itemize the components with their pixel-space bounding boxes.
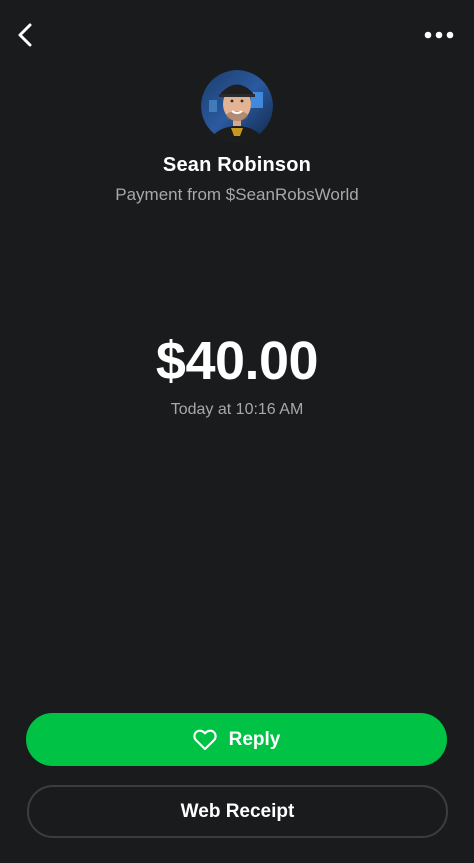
- reply-button-label: Reply: [228, 728, 281, 750]
- payment-amount: $40.00: [155, 331, 319, 391]
- web-receipt-button-label: Web Receipt: [180, 800, 295, 822]
- heart-outline-icon: [192, 729, 217, 751]
- avatar-photo: [201, 70, 273, 142]
- avatar[interactable]: [201, 70, 273, 142]
- sender-name: Sean Robinson: [162, 154, 312, 176]
- back-button[interactable]: [10, 18, 40, 52]
- more-options-button[interactable]: [418, 22, 460, 48]
- chevron-left-icon: [18, 23, 32, 47]
- top-bar: [0, 0, 474, 70]
- payment-subtitle: Payment from $SeanRobsWorld: [115, 185, 359, 204]
- web-receipt-button[interactable]: Web Receipt: [27, 785, 448, 838]
- reply-button[interactable]: Reply: [26, 713, 447, 766]
- payment-timestamp: Today at 10:16 AM: [170, 401, 304, 418]
- more-horizontal-icon: [424, 31, 454, 39]
